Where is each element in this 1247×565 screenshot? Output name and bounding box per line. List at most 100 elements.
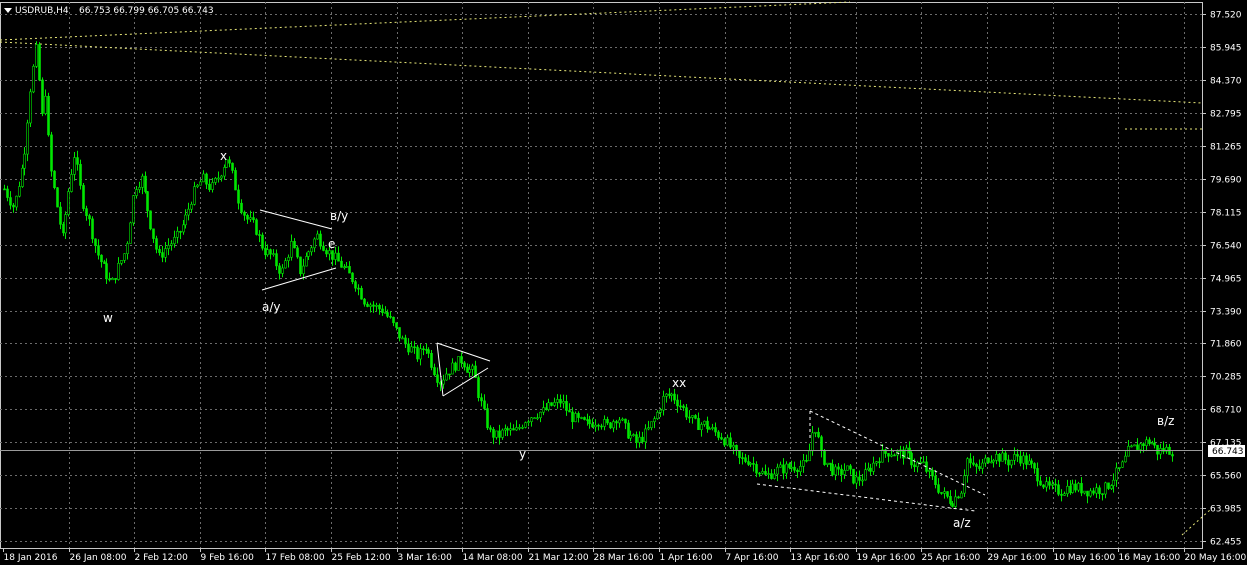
wave-label-x: x [220, 149, 227, 163]
candle-body [296, 247, 299, 258]
candle-body [752, 463, 755, 465]
candle-body [1033, 463, 1036, 469]
candle-body [23, 153, 26, 169]
candle-body [858, 476, 861, 481]
candle-body [1124, 455, 1127, 463]
triangle-line [261, 267, 337, 291]
chart-canvas[interactable]: USDRUB,H4 66.753 66.799 66.705 66.743 w … [0, 0, 1247, 565]
candle-body [167, 245, 170, 249]
candle-body [158, 248, 161, 253]
candle-body [495, 430, 498, 438]
candle-body [114, 278, 117, 280]
candle-body [480, 397, 483, 402]
candle-body [243, 211, 246, 216]
candle-body [954, 496, 957, 507]
candle-body [521, 427, 524, 429]
price-tick-label: 81.265 [1210, 143, 1242, 153]
candle-body [688, 416, 691, 419]
candle-body [506, 428, 509, 431]
candle-body [1004, 452, 1007, 461]
candle-body [1025, 455, 1028, 465]
triangle-line [442, 367, 489, 397]
candle-body [861, 479, 864, 482]
candle-body [826, 462, 829, 465]
candle-body [1013, 454, 1016, 461]
time-tick-label: 14 Mar 08:00 [463, 553, 523, 563]
candle-body [559, 399, 562, 404]
candle-body [691, 415, 694, 418]
candle-body [97, 245, 100, 256]
candle-body [524, 422, 527, 428]
candle-body [852, 468, 855, 484]
candle-body [843, 470, 846, 475]
candle-body [966, 458, 969, 477]
candle-body [302, 265, 305, 275]
candle-body [700, 424, 703, 430]
candle-body [422, 348, 425, 351]
candle-body [840, 468, 843, 475]
candle-body [126, 243, 129, 255]
candle-body [612, 421, 615, 429]
candle-body [890, 454, 893, 457]
candle-body [29, 91, 32, 124]
candle-body [392, 316, 395, 324]
candle-body [360, 288, 363, 300]
candle-body [515, 427, 518, 431]
candle-body [395, 322, 398, 328]
candle-body [70, 174, 73, 192]
candle-body [1048, 481, 1051, 486]
candle-body [436, 374, 439, 383]
channel-line-dashed [809, 410, 986, 496]
candle-body [878, 461, 881, 463]
candle-body [1080, 483, 1083, 494]
time-tick-label: 19 Apr 16:00 [857, 553, 916, 563]
candle-body [984, 457, 987, 464]
candle-body [132, 195, 135, 224]
candle-body [653, 418, 656, 423]
candle-body [735, 445, 738, 451]
candle-body [1083, 490, 1086, 494]
candle-body [834, 466, 837, 476]
candle-body [91, 218, 94, 240]
candle-body [416, 346, 419, 360]
candle-body [62, 224, 65, 234]
candle-body [670, 393, 673, 396]
candle-body [562, 401, 565, 404]
candle-body [305, 256, 308, 267]
candle-body [720, 437, 723, 440]
candle-body [588, 419, 591, 425]
candle-body [161, 252, 164, 258]
current-price-value: 66.743 [1212, 447, 1244, 457]
candle-body [887, 453, 890, 457]
candle-body [401, 337, 404, 340]
candle-body [3, 188, 6, 191]
candle-body [805, 460, 808, 462]
candle-body [120, 260, 123, 264]
candle-body [50, 134, 53, 172]
candle-body [635, 434, 638, 443]
candle-body [1086, 490, 1089, 497]
candle-body [580, 417, 583, 419]
candle-body [413, 346, 416, 349]
candle-body [1130, 445, 1133, 448]
time-tick-label: 9 Feb 16:00 [201, 553, 255, 563]
candle-body [202, 173, 205, 183]
candle-body [448, 373, 451, 376]
candle-body [662, 396, 665, 411]
candle-body [56, 187, 59, 208]
candle-body [381, 308, 384, 313]
dropdown-triangle-icon[interactable] [4, 8, 12, 13]
price-tick-label: 87.520 [1210, 11, 1242, 21]
price-tick-label: 71.860 [1210, 340, 1242, 350]
candle-body [337, 252, 340, 262]
candle-body [1136, 444, 1139, 450]
candle-body [919, 461, 922, 464]
time-tick-label: 1 Apr 16:00 [660, 553, 713, 563]
candle-body [1045, 481, 1048, 488]
candle-body [328, 250, 331, 255]
candle-body [650, 421, 653, 428]
candle-body [606, 419, 609, 424]
price-axis: 87.520 85.945 84.370 82.795 81.265 79.690 78.1… [1202, 11, 1242, 548]
candle-body [1022, 455, 1025, 464]
time-tick-label: 25 Apr 16:00 [922, 553, 981, 563]
